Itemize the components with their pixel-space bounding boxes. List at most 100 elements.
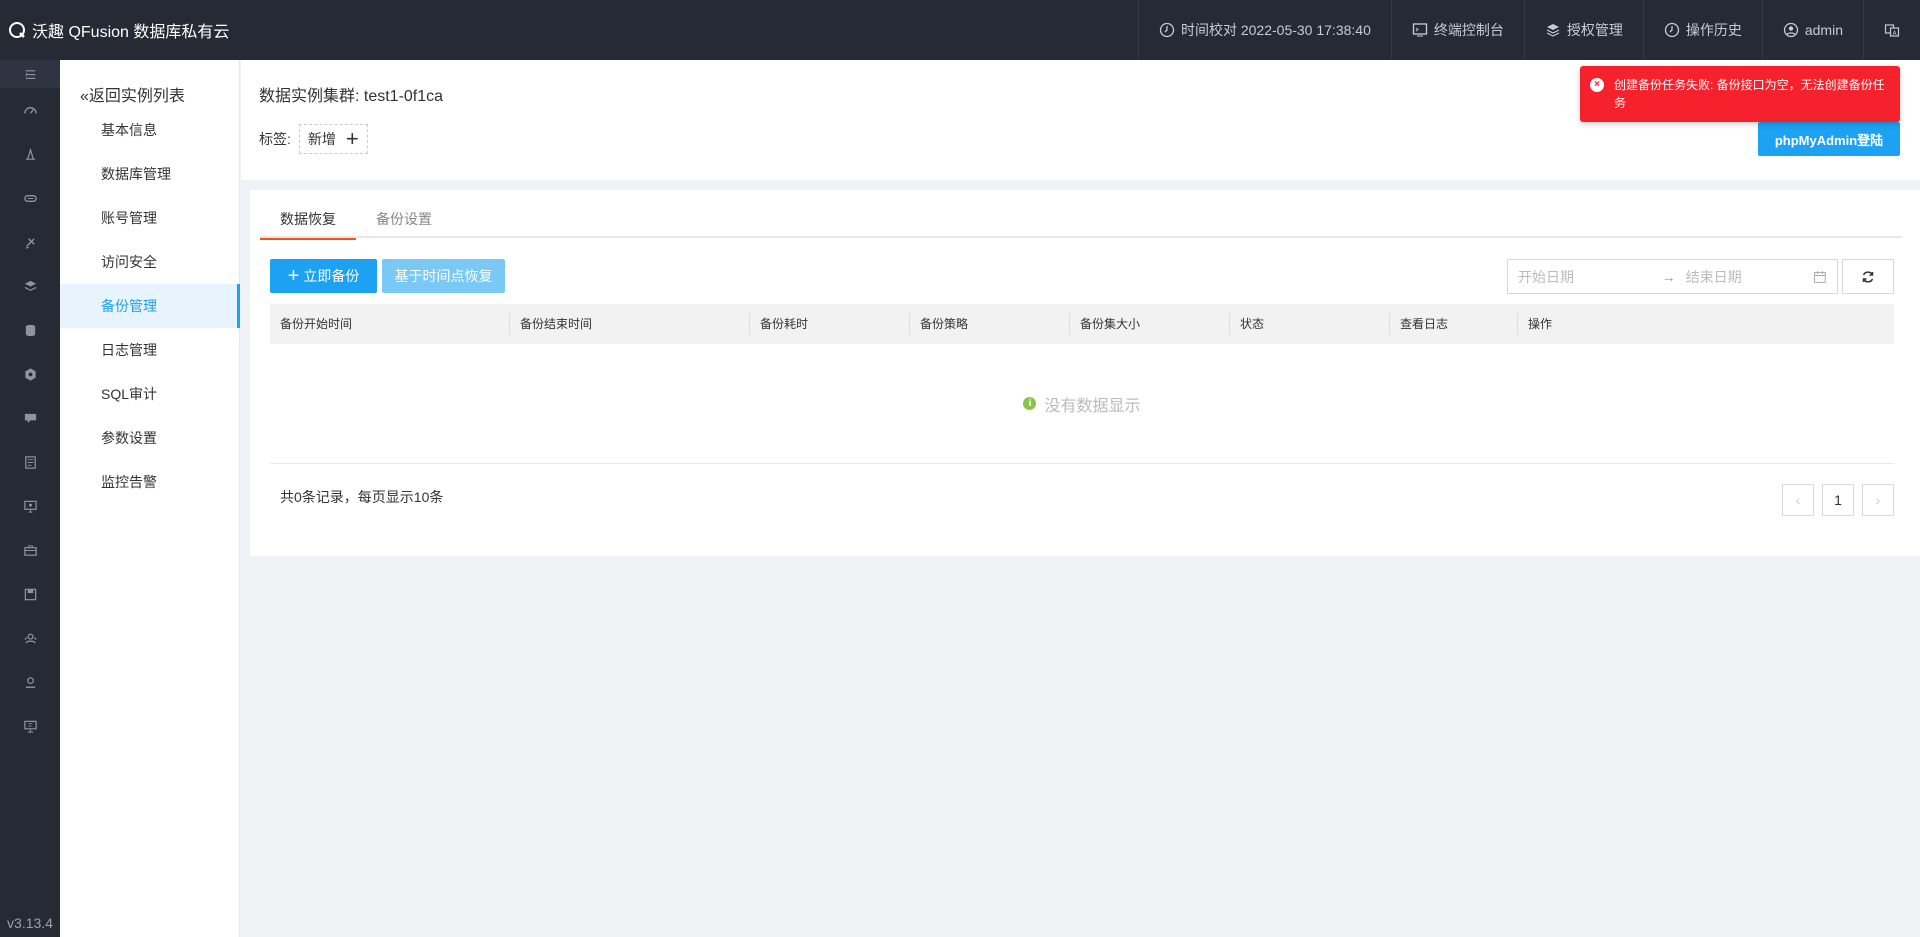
point-in-time-restore-button[interactable]: 基于时间点恢复 bbox=[382, 259, 505, 293]
pagination: ‹ 1 › bbox=[1782, 484, 1894, 516]
instance-submenu: «返回实例列表 基本信息 数据库管理 账号管理 访问安全 备份管理 日志管理 S… bbox=[60, 60, 240, 937]
layers-icon[interactable] bbox=[0, 264, 60, 308]
submenu-item-backup-management[interactable]: 备份管理 bbox=[60, 284, 240, 328]
save-icon[interactable] bbox=[0, 572, 60, 616]
cluster-title: 数据实例集群: test1-0f1ca bbox=[259, 88, 444, 105]
layers-icon bbox=[1546, 24, 1560, 37]
version-label: v3.13.4 bbox=[7, 915, 53, 931]
calendar-icon bbox=[1814, 270, 1827, 283]
icon-sidebar: v3.13.4 bbox=[0, 60, 60, 937]
info-icon: i bbox=[1023, 397, 1037, 410]
database-icon[interactable] bbox=[0, 308, 60, 352]
submenu-item-label: 访问安全 bbox=[101, 254, 157, 270]
qfusion-logo-icon bbox=[9, 22, 25, 38]
submenu-item-label: 数据库管理 bbox=[101, 166, 171, 182]
tags-label: 标签: bbox=[259, 131, 291, 147]
column-header: 备份耗时 bbox=[750, 304, 910, 344]
clock-icon bbox=[1159, 22, 1175, 38]
end-date-input[interactable]: 结束日期 bbox=[1686, 267, 1814, 287]
arrow-right-icon: → bbox=[1661, 268, 1676, 285]
language-icon: A bbox=[1884, 24, 1900, 37]
empty-text: 没有数据显示 bbox=[1044, 397, 1141, 415]
add-tag-button[interactable]: 新增 + bbox=[298, 124, 368, 154]
toast-message: 创建备份任务失败: 备份接口为空，无法创建备份任务 bbox=[1614, 78, 1885, 110]
terminal-label: 终端控制台 bbox=[1433, 22, 1504, 38]
column-header: 备份结束时间 bbox=[510, 304, 750, 344]
briefcase-icon[interactable] bbox=[0, 528, 60, 572]
error-close-icon[interactable]: × bbox=[1590, 78, 1604, 92]
backup-tabs: 数据恢复 备份设置 bbox=[260, 200, 1902, 240]
submenu-item-sql-audit[interactable]: SQL审计 bbox=[60, 372, 239, 416]
menu-toggle-icon[interactable] bbox=[0, 60, 60, 88]
history-label: 操作历史 bbox=[1685, 22, 1742, 38]
history-link[interactable]: 操作历史 bbox=[1642, 0, 1762, 60]
backup-main-card: 数据恢复 备份设置 + 立即备份 基于时间点恢复 开始日期 → 结束日期 备份开… bbox=[250, 190, 1920, 556]
plus-icon: + bbox=[287, 265, 300, 287]
chat-icon[interactable] bbox=[0, 396, 60, 440]
time-sync-label: 时间校对 2022-05-30 17:38:40 bbox=[1180, 22, 1371, 38]
start-date-input[interactable]: 开始日期 bbox=[1518, 267, 1652, 287]
submenu-item-label: 监控告警 bbox=[101, 474, 157, 490]
column-header: 查看日志 bbox=[1390, 304, 1518, 344]
license-link[interactable]: 授权管理 bbox=[1523, 0, 1643, 60]
users-icon[interactable] bbox=[0, 616, 60, 660]
terminal-console-link[interactable]: 终端控制台 bbox=[1390, 0, 1524, 60]
submenu-item-label: 账号管理 bbox=[101, 210, 157, 226]
tab-data-restore[interactable]: 数据恢复 bbox=[260, 200, 356, 240]
hexagon-icon[interactable] bbox=[0, 352, 60, 396]
submenu-item-database-management[interactable]: 数据库管理 bbox=[60, 152, 239, 196]
license-label: 授权管理 bbox=[1566, 22, 1623, 38]
language-switch[interactable]: A bbox=[1863, 0, 1920, 60]
presentation-icon[interactable] bbox=[0, 704, 60, 748]
user-icon bbox=[1783, 22, 1799, 38]
error-toast: × 创建备份任务失败: 备份接口为空，无法创建备份任务 bbox=[1580, 66, 1900, 122]
back-to-instance-list[interactable]: «返回实例列表 bbox=[60, 60, 239, 108]
table-header: 备份开始时间 备份结束时间 备份耗时 备份策略 备份集大小 状态 查看日志 操作 bbox=[270, 304, 1894, 344]
dashboard-icon[interactable] bbox=[0, 88, 60, 132]
column-header: 操作 bbox=[1528, 317, 1553, 331]
time-sync[interactable]: 时间校对 2022-05-30 17:38:40 bbox=[1137, 0, 1391, 60]
empty-state: i 没有数据显示 bbox=[270, 344, 1894, 464]
tab-backup-settings[interactable]: 备份设置 bbox=[356, 200, 452, 238]
submenu-item-label: 备份管理 bbox=[101, 298, 157, 314]
submenu-item-access-security[interactable]: 访问安全 bbox=[60, 240, 239, 284]
next-page-button[interactable]: › bbox=[1862, 484, 1894, 516]
document-icon[interactable] bbox=[0, 440, 60, 484]
submenu-item-label: 基本信息 bbox=[101, 122, 157, 138]
phpmyadmin-login-button[interactable]: phpMyAdmin登陆 bbox=[1758, 122, 1900, 156]
user-badge-icon[interactable] bbox=[0, 660, 60, 704]
submenu-item-log-management[interactable]: 日志管理 bbox=[60, 328, 239, 372]
pagination-summary: 共0条记录，每页显示10条 bbox=[280, 489, 444, 505]
date-range-picker[interactable]: 开始日期 → 结束日期 bbox=[1507, 259, 1838, 294]
column-header: 备份策略 bbox=[910, 304, 1070, 344]
back-label: 返回实例列表 bbox=[88, 88, 185, 105]
add-tag-label: 新增 bbox=[307, 131, 336, 147]
user-menu[interactable]: admin bbox=[1761, 0, 1863, 60]
backup-now-label: 立即备份 bbox=[303, 268, 360, 284]
terminal-icon bbox=[1412, 23, 1428, 37]
brand-title: 沃趣 QFusion 数据库私有云 bbox=[32, 24, 230, 41]
monitor-icon[interactable] bbox=[0, 484, 60, 528]
storage-icon[interactable] bbox=[0, 176, 60, 220]
submenu-item-label: SQL审计 bbox=[101, 386, 158, 402]
column-header: 备份开始时间 bbox=[270, 304, 510, 344]
submenu-item-account-management[interactable]: 账号管理 bbox=[60, 196, 239, 240]
history-icon bbox=[1664, 22, 1680, 38]
top-header: 沃趣 QFusion 数据库私有云 时间校对 2022-05-30 17:38:… bbox=[0, 0, 1920, 60]
refresh-button[interactable] bbox=[1842, 259, 1894, 294]
backup-now-button[interactable]: + 立即备份 bbox=[270, 259, 377, 293]
submenu-item-basic-info[interactable]: 基本信息 bbox=[60, 108, 239, 152]
cluster-icon[interactable] bbox=[0, 132, 60, 176]
submenu-item-label: 日志管理 bbox=[101, 342, 157, 358]
column-header: 状态 bbox=[1230, 304, 1390, 344]
prev-page-button[interactable]: ‹ bbox=[1782, 484, 1814, 516]
username: admin bbox=[1804, 22, 1843, 38]
satellite-icon[interactable] bbox=[0, 220, 60, 264]
page-number-button[interactable]: 1 bbox=[1822, 484, 1854, 516]
submenu-item-parameter-settings[interactable]: 参数设置 bbox=[60, 416, 239, 460]
top-nav: 时间校对 2022-05-30 17:38:40 终端控制台 授权管理 操作历史… bbox=[1137, 0, 1920, 60]
tags-row: 标签: 新增 + bbox=[259, 124, 368, 154]
plus-icon: + bbox=[345, 126, 359, 151]
submenu-item-monitoring-alerts[interactable]: 监控告警 bbox=[60, 460, 239, 504]
brand[interactable]: 沃趣 QFusion 数据库私有云 bbox=[0, 18, 229, 42]
